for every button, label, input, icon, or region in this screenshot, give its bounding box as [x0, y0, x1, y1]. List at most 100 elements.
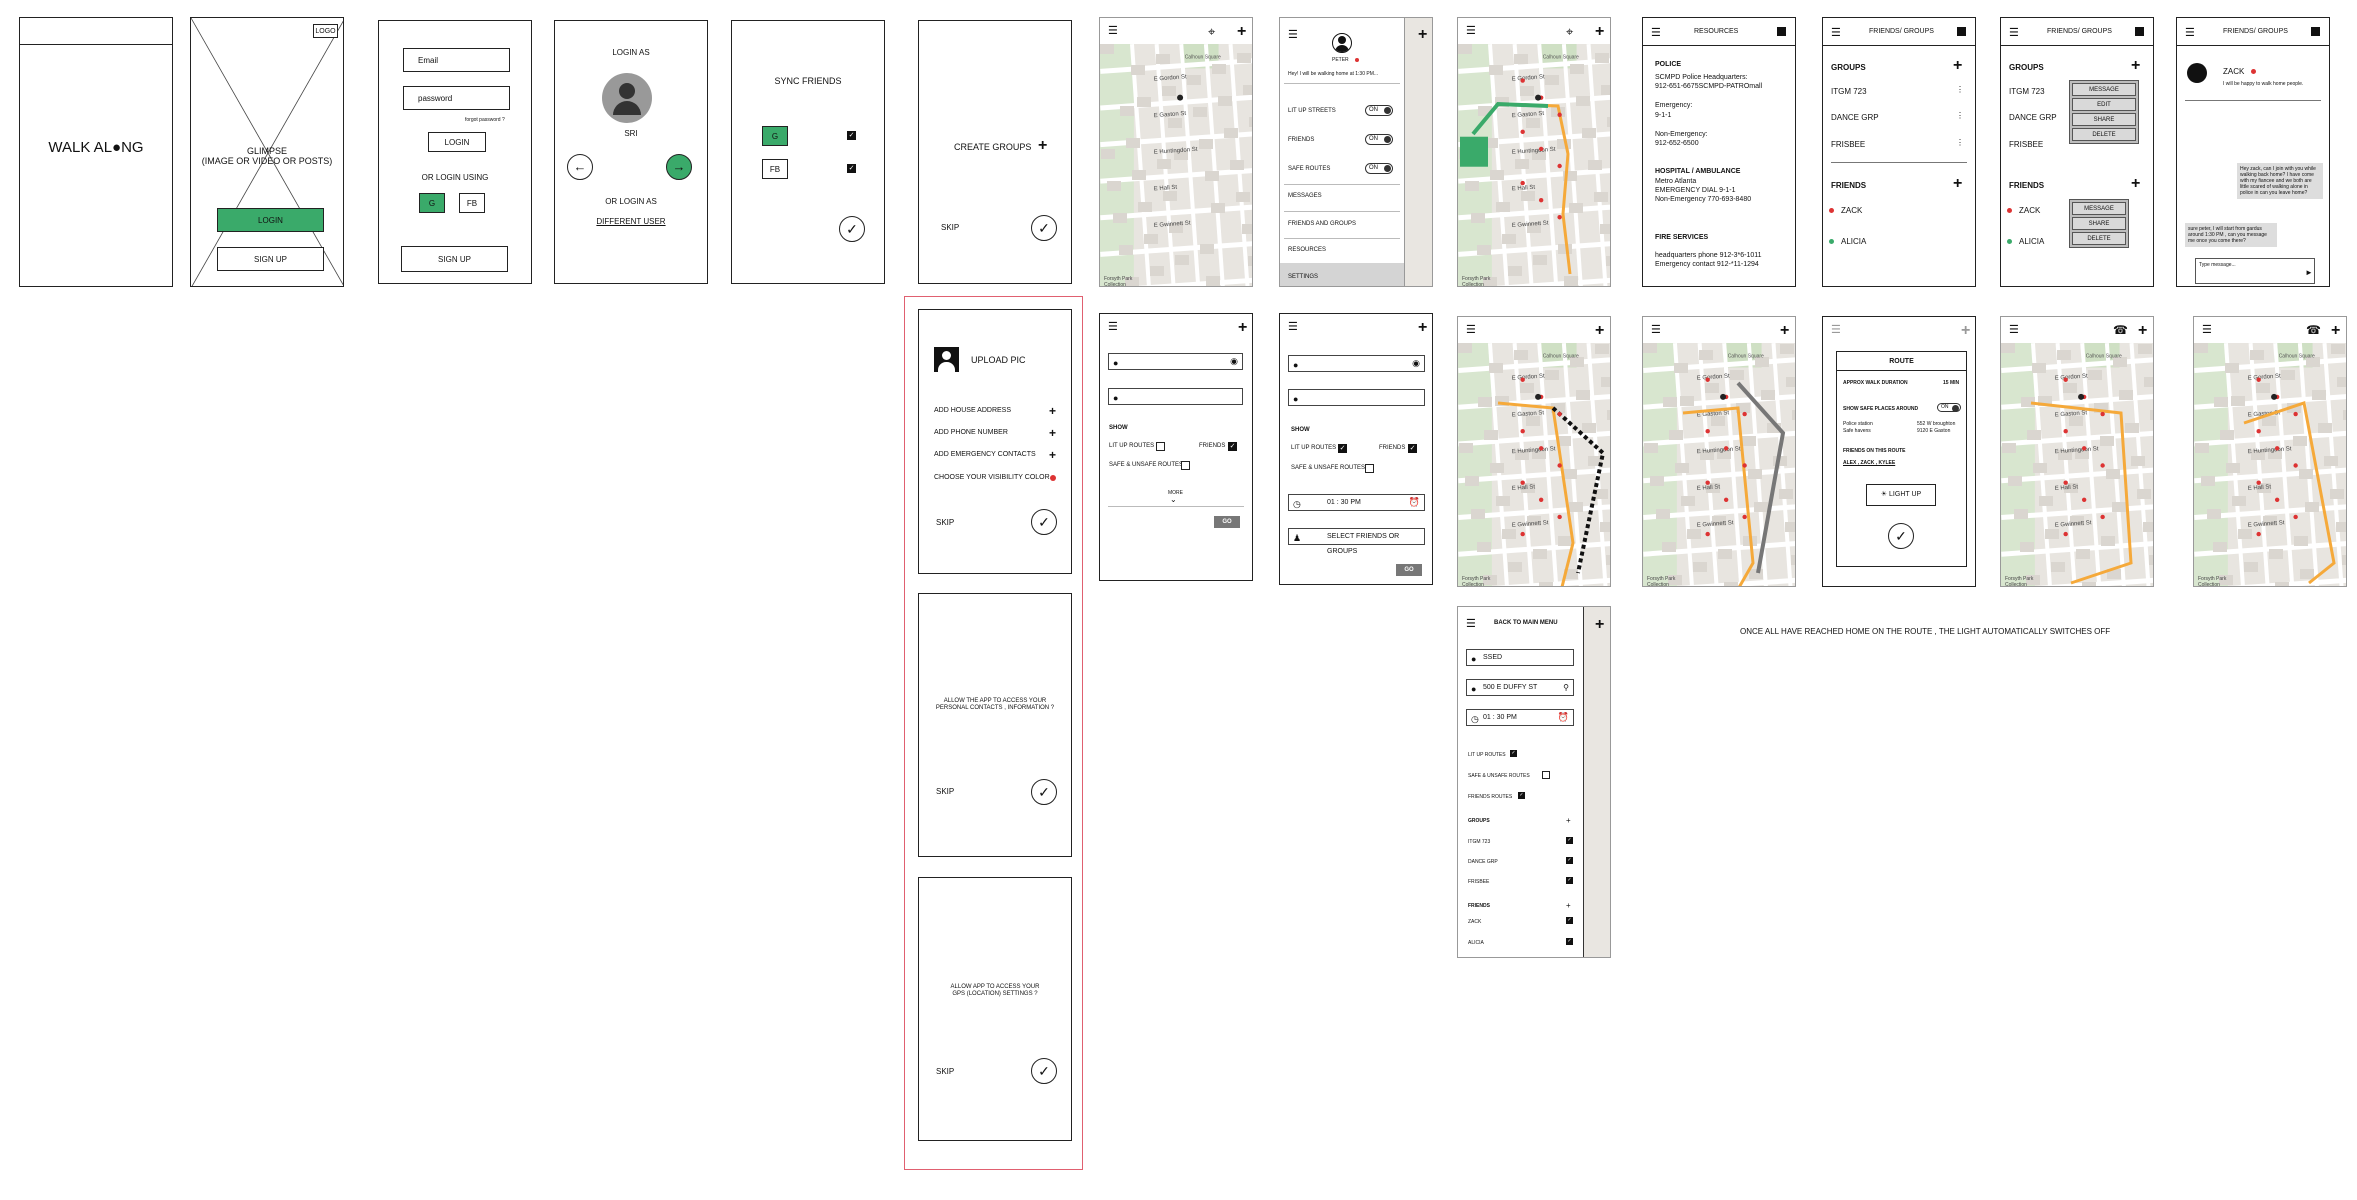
address-input[interactable]: ● 500 E DUFFY ST ⚲	[1466, 679, 1574, 696]
profile-pic-icon[interactable]	[934, 347, 959, 372]
friend-item[interactable]: ZACK	[1841, 206, 1862, 215]
street-map[interactable]: Calhoun SquareE Gordon StE Gaston StE Hu…	[1458, 343, 1610, 586]
login-button[interactable]: LOGIN	[217, 208, 324, 232]
skip-link[interactable]: SKIP	[936, 787, 954, 796]
add-icon[interactable]: +	[1780, 323, 1789, 339]
friend-item[interactable]: ZACK	[2019, 206, 2040, 215]
confirm-check-icon[interactable]: ✓	[839, 216, 865, 242]
map-view[interactable]: Calhoun Square E Gordon St E Gaston St E Hu…	[2001, 343, 2153, 586]
hamburger-icon[interactable]: ☰	[1108, 26, 1118, 37]
send-icon[interactable]: ►	[2305, 268, 2313, 277]
confirm-check-icon[interactable]: ✓	[1031, 1058, 1057, 1084]
menu-friends[interactable]: FRIENDS	[1288, 137, 1314, 143]
hamburger-icon[interactable]: ☰	[2185, 28, 2195, 39]
hamburger-icon[interactable]: ☰	[1288, 30, 1298, 41]
gps-target-icon[interactable]: ◉	[1412, 356, 1420, 371]
group-item[interactable]: ITGM 723	[2009, 87, 2045, 96]
gps-target-icon[interactable]: ◉	[1230, 354, 1238, 369]
friends-on-route-names[interactable]: ALEX , ZACK , KYLEE	[1843, 460, 1895, 466]
add-emergency-contacts[interactable]: ADD EMERGENCY CONTACTS	[934, 451, 1036, 458]
map-view[interactable]: Calhoun Square E Gordon St E Gaston St E Hu…	[2194, 343, 2346, 586]
group-item[interactable]: FRISBEE	[2009, 140, 2043, 149]
menu-resources[interactable]: RESOURCES	[1288, 247, 1326, 253]
add-house-address[interactable]: ADD HOUSE ADDRESS	[934, 407, 1011, 414]
friends-checkbox[interactable]: ✓	[1408, 444, 1417, 453]
choose-visibility-color[interactable]: CHOOSE YOUR VISIBILITY COLOR	[934, 474, 1050, 481]
group-item[interactable]: DANCE GRP	[2009, 113, 2057, 122]
menu-settings[interactable]: SETTINGS	[1288, 274, 1318, 280]
time-input[interactable]: ◷ 01 : 30 PM ⏰	[1466, 709, 1574, 726]
add-icon[interactable]: +	[2138, 323, 2147, 339]
safe-checkbox[interactable]	[1542, 771, 1550, 779]
gps-target-icon[interactable]: ⌖	[1566, 24, 1573, 40]
safe-checkbox[interactable]	[1181, 461, 1190, 470]
add-icon[interactable]: +	[1961, 323, 1970, 339]
arrow-right-icon[interactable]: →	[666, 154, 692, 180]
signup-button[interactable]: SIGN UP	[401, 246, 508, 272]
friends-toggle[interactable]: ON	[1365, 134, 1393, 145]
hamburger-icon[interactable]: ☰	[2202, 325, 2212, 336]
from-location-input[interactable]: ● ◉	[1288, 355, 1425, 372]
more-icon[interactable]: ⋮	[1956, 85, 1964, 94]
hamburger-icon[interactable]: ☰	[1466, 26, 1476, 37]
add-icon[interactable]: +	[1049, 447, 1056, 463]
to-location-input[interactable]: ●	[1108, 388, 1243, 405]
menu-share[interactable]: SHARE	[2072, 217, 2126, 230]
alarm-icon[interactable]: ⏰	[1558, 710, 1569, 725]
hamburger-icon[interactable]: ☰	[1651, 28, 1661, 39]
add-group-icon[interactable]: +	[1953, 58, 1962, 74]
street-map[interactable]: Calhoun SquareE Gordon StE Gaston StE Hu…	[2001, 343, 2153, 586]
menu-message[interactable]: MESSAGE	[2072, 83, 2136, 96]
menu-messages[interactable]: MESSAGES	[1288, 193, 1322, 199]
facebook-checkbox[interactable]: ✓	[847, 164, 856, 173]
menu-edit[interactable]: EDIT	[2072, 98, 2136, 111]
menu-friends-groups[interactable]: FRIENDS AND GROUPS	[1288, 221, 1356, 227]
light-up-button[interactable]: ☀ LIGHT UP	[1866, 484, 1936, 506]
friends-routes-checkbox[interactable]: ✓	[1518, 792, 1525, 799]
email-field[interactable]: Email	[403, 48, 510, 72]
more-icon[interactable]: ⋮	[1956, 111, 1964, 120]
group-item[interactable]: ITGM 723	[1831, 87, 1867, 96]
confirm-check-icon[interactable]: ✓	[1031, 215, 1057, 241]
add-friend-icon[interactable]: +	[2131, 176, 2140, 192]
friend-checkbox[interactable]: ✓	[1566, 917, 1573, 924]
friend-checkbox[interactable]: ✓	[1566, 938, 1573, 945]
street-map[interactable]: Calhoun SquareE Gordon StE Gaston StE Hu…	[1643, 343, 1795, 586]
friends-checkbox[interactable]: ✓	[1228, 442, 1237, 451]
map-view[interactable]: Calhoun Square E Gordon St E Gaston St E Hu…	[1100, 44, 1252, 286]
group-item[interactable]: FRISBEE	[1831, 140, 1865, 149]
to-location-input[interactable]: ●	[1288, 389, 1425, 406]
google-checkbox[interactable]: ✓	[847, 131, 856, 140]
phone-book-icon[interactable]	[1777, 27, 1786, 36]
hamburger-icon[interactable]: ☰	[2009, 325, 2019, 336]
phone-icon[interactable]: ☎	[2306, 323, 2321, 337]
facebook-button[interactable]: FB	[459, 193, 485, 213]
go-button[interactable]: GO	[1396, 564, 1422, 576]
map-view[interactable]: Calhoun Square E Gordon St E Gaston St E Hu…	[1458, 343, 1610, 586]
phone-book-icon[interactable]	[2311, 27, 2320, 36]
menu-safe-routes[interactable]: SAFE ROUTES	[1288, 166, 1330, 172]
map-view[interactable]: Calhoun Square E Gordon St E Gaston St E Hu…	[1458, 44, 1610, 286]
lit-up-checkbox[interactable]: ✓	[1510, 750, 1517, 757]
arrow-left-icon[interactable]: ←	[567, 154, 593, 180]
confirm-check-icon[interactable]: ✓	[1888, 523, 1914, 549]
add-phone-number[interactable]: ADD PHONE NUMBER	[934, 429, 1008, 436]
add-icon[interactable]: +	[1238, 320, 1247, 336]
group-item[interactable]: DANCE GRP	[1831, 113, 1879, 122]
more-icon[interactable]: ⋮	[1956, 138, 1964, 147]
facebook-sync-button[interactable]: FB	[762, 159, 788, 179]
group-checkbox[interactable]: ✓	[1566, 837, 1573, 844]
add-friend-icon[interactable]: +	[1953, 176, 1962, 192]
search-icon[interactable]: ⚲	[1563, 680, 1569, 695]
hamburger-icon[interactable]: ☰	[1651, 325, 1661, 336]
menu-delete[interactable]: DELETE	[2072, 128, 2136, 141]
confirm-check-icon[interactable]: ✓	[1031, 779, 1057, 805]
select-friends-input[interactable]: ♟ SELECT FRIENDS OR GROUPS	[1288, 528, 1425, 555]
from-location-input[interactable]: ● ◉	[1108, 353, 1243, 370]
menu-lit-up-streets[interactable]: LIT UP STREETS	[1288, 108, 1336, 114]
menu-share[interactable]: SHARE	[2072, 113, 2136, 126]
menu-delete[interactable]: DELETE	[2072, 232, 2126, 245]
add-icon[interactable]: +	[1049, 403, 1056, 419]
lit-toggle[interactable]: ON	[1365, 105, 1393, 116]
add-icon[interactable]: +	[1237, 24, 1246, 40]
